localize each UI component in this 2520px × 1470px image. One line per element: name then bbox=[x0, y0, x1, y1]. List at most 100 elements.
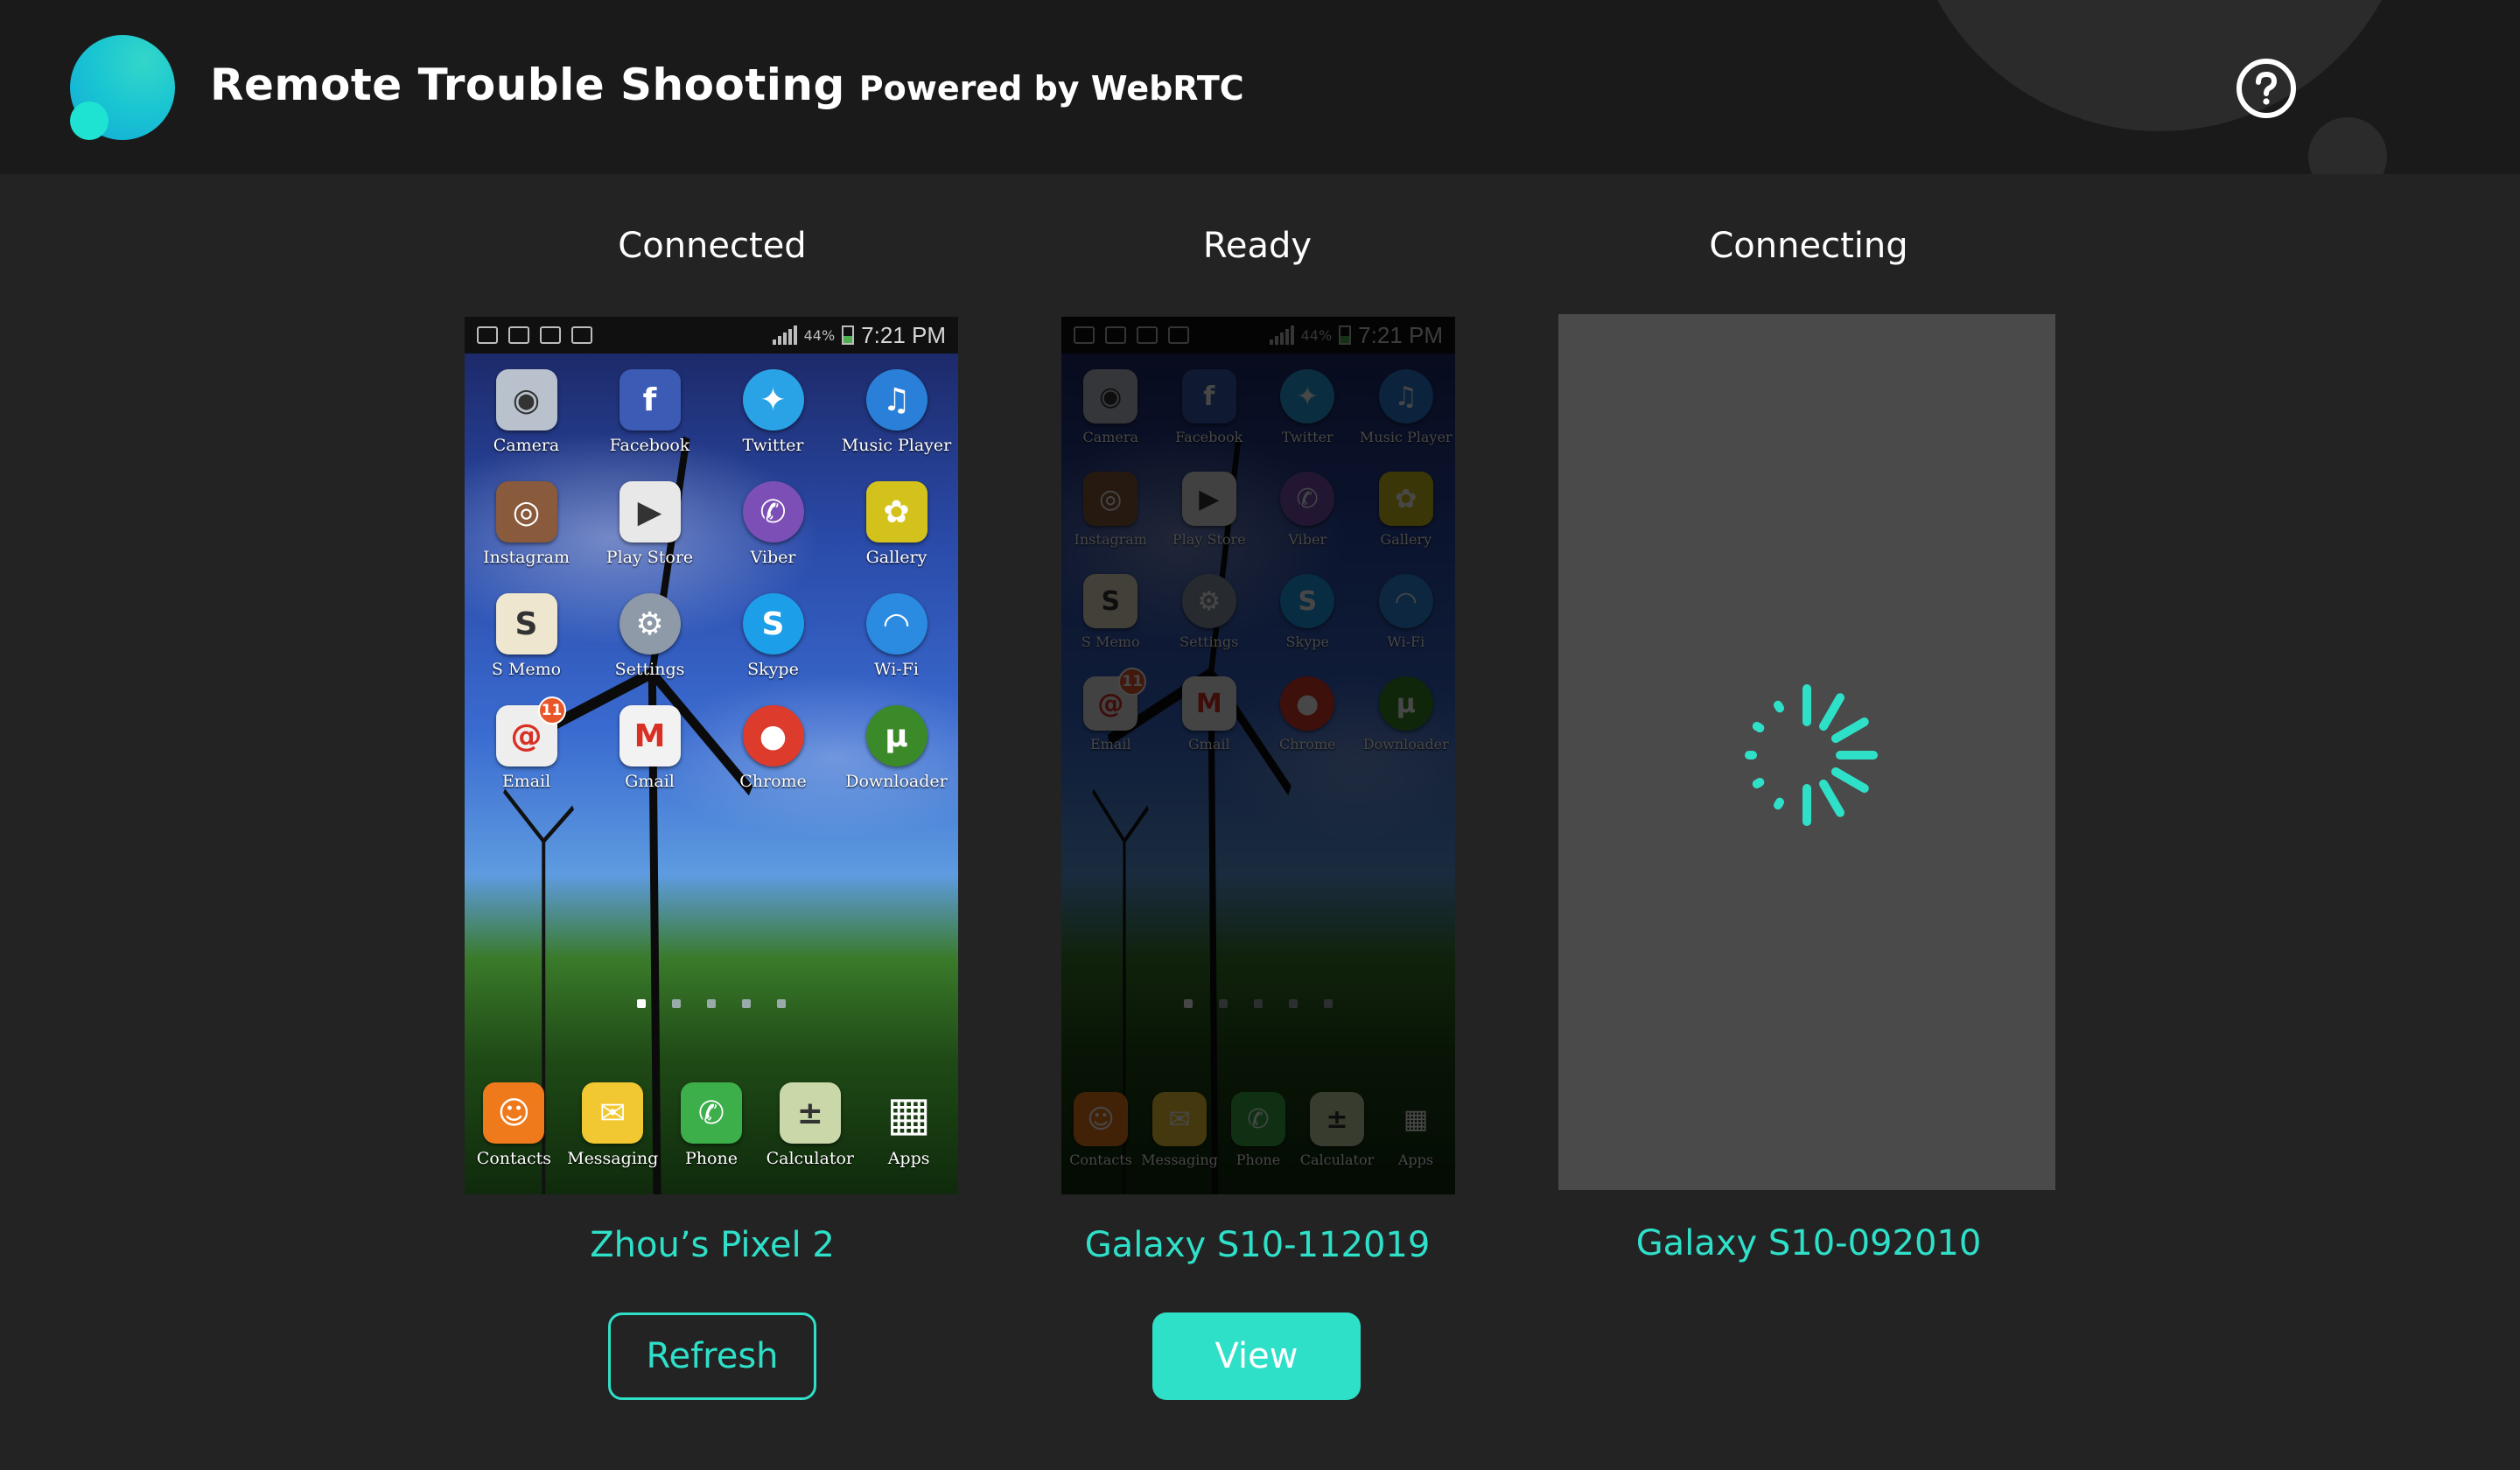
app-icon-wi-fi: ◠ Wi-Fi bbox=[835, 593, 958, 679]
app-label: Camera bbox=[493, 436, 560, 455]
spinner-segment bbox=[1774, 797, 1784, 810]
app-icon-play-store: ▶ Play Store bbox=[588, 481, 711, 567]
device-2-name: Galaxy S10-112019 bbox=[1084, 1225, 1431, 1265]
spinner-segment bbox=[1752, 778, 1765, 788]
app-label: Viber bbox=[750, 548, 796, 567]
app-icon-viber: ✆ Viber bbox=[711, 481, 835, 567]
app-label: Skype bbox=[747, 660, 799, 679]
skype-icon: S bbox=[742, 593, 804, 654]
device-1-name: Zhou’s Pixel 2 bbox=[590, 1225, 835, 1265]
app-icon-chrome: ● Chrome bbox=[711, 705, 835, 791]
device-1-screen-preview[interactable]: 44% 7:21 PM ◉ Camera f Facebook ✦ Twitter ♫ Music… bbox=[465, 317, 958, 1194]
viber-icon: ✆ bbox=[742, 481, 804, 542]
spinner-segment bbox=[1752, 722, 1765, 732]
app-icon-settings: ⚙ Settings bbox=[588, 593, 711, 679]
app-icon-phone: ✆ Phone bbox=[662, 1082, 761, 1168]
signal-icon bbox=[772, 326, 797, 345]
app-icon-apps: ▦ Apps bbox=[859, 1082, 958, 1169]
app-label: Gallery bbox=[865, 548, 928, 567]
app-label: Music Player bbox=[841, 436, 952, 455]
gallery-icon: ✿ bbox=[865, 481, 928, 542]
help-button[interactable] bbox=[2236, 59, 2296, 118]
app-label: Downloader bbox=[845, 772, 948, 791]
app-label: Wi-Fi bbox=[874, 660, 919, 679]
instagram-icon: ◎ bbox=[495, 481, 557, 542]
app-label: Email bbox=[501, 772, 551, 791]
spinner-segment bbox=[1830, 767, 1869, 793]
camera-icon: ◉ bbox=[495, 369, 557, 430]
messaging-icon: ✉ bbox=[582, 1082, 644, 1144]
app-icon-email: @11 Email bbox=[465, 696, 588, 791]
device-2-status: Ready bbox=[1202, 226, 1312, 266]
app-label: Chrome bbox=[739, 772, 807, 791]
device-3-name: Galaxy S10-092010 bbox=[1635, 1223, 1982, 1264]
device-1-status: Connected bbox=[618, 226, 807, 266]
notification-icon bbox=[508, 326, 529, 344]
device-3-status: Connecting bbox=[1709, 226, 1908, 266]
notification-badge: 11 bbox=[537, 696, 566, 724]
battery-percent: 44% bbox=[803, 326, 836, 344]
app-header: Remote Trouble Shooting Powered by WebRT… bbox=[0, 0, 2520, 174]
app-label: Settings bbox=[614, 660, 685, 679]
music-player-icon: ♫ bbox=[865, 369, 928, 430]
ready-dim-overlay bbox=[1061, 317, 1455, 1194]
downloader-icon: µ bbox=[865, 705, 928, 766]
spinner-segment bbox=[1819, 693, 1844, 732]
question-circle-icon bbox=[2256, 71, 2278, 105]
email-icon: @11 bbox=[495, 696, 566, 766]
phone-status-bar: 44% 7:21 PM bbox=[465, 317, 958, 354]
app-title: Remote Trouble Shooting bbox=[210, 60, 845, 110]
apps-icon: ▦ bbox=[886, 1085, 932, 1141]
app-label: Phone bbox=[685, 1149, 738, 1168]
notification-icon bbox=[571, 326, 592, 344]
twitter-icon: ✦ bbox=[742, 369, 804, 430]
home-screen-app-grid: ◉ Camera f Facebook ✦ Twitter ♫ Music Player ◎ In… bbox=[465, 369, 958, 791]
app-root: Remote Trouble Shooting Powered by WebRT… bbox=[0, 0, 2520, 1470]
view-button[interactable]: View bbox=[1152, 1312, 1361, 1400]
title-group: Remote Trouble Shooting Powered by WebRT… bbox=[210, 60, 1244, 110]
spinner-segment bbox=[1774, 700, 1784, 713]
device-2-screen-preview[interactable]: 44%7:21 PM◉CamerafFacebook✦Twitter♫Music… bbox=[1061, 317, 1455, 1194]
facebook-icon: f bbox=[619, 369, 681, 430]
app-icon-messaging: ✉ Messaging bbox=[564, 1082, 662, 1168]
battery-icon bbox=[842, 326, 855, 345]
wi-fi-icon: ◠ bbox=[865, 593, 928, 654]
app-label: Instagram bbox=[482, 548, 570, 567]
spinner-segment bbox=[1830, 718, 1869, 743]
refresh-button[interactable]: Refresh bbox=[608, 1312, 816, 1400]
notification-icon bbox=[477, 326, 498, 344]
app-logo-dot bbox=[70, 102, 108, 140]
app-icon-gmail: M Gmail bbox=[588, 705, 711, 791]
app-label: Facebook bbox=[609, 436, 690, 455]
app-label: Apps bbox=[887, 1149, 930, 1168]
app-icon-facebook: f Facebook bbox=[588, 369, 711, 455]
app-label: Calculator bbox=[766, 1149, 854, 1168]
app-label: Twitter bbox=[742, 436, 804, 455]
app-label: Messaging bbox=[567, 1149, 659, 1168]
spinner-segment bbox=[1819, 779, 1844, 817]
play-store-icon: ▶ bbox=[619, 481, 681, 542]
app-label: Play Store bbox=[606, 548, 694, 567]
gmail-icon: M bbox=[619, 705, 681, 766]
decorative-circle-small bbox=[2308, 117, 2387, 174]
app-icon-instagram: ◎ Instagram bbox=[465, 481, 588, 567]
app-icon-s-memo: S S Memo bbox=[465, 593, 588, 679]
app-label: Gmail bbox=[625, 772, 675, 791]
app-icon-downloader: µ Downloader bbox=[835, 705, 958, 791]
decorative-circle bbox=[1906, 0, 2413, 131]
app-icon-contacts: ☺ Contacts bbox=[465, 1082, 564, 1168]
settings-icon: ⚙ bbox=[619, 593, 681, 654]
app-label: S Memo bbox=[491, 660, 562, 679]
status-notification-icons bbox=[477, 326, 592, 344]
spinner-icon bbox=[1745, 684, 1878, 826]
app-icon-calculator: ± Calculator bbox=[760, 1082, 859, 1168]
app-icon-twitter: ✦ Twitter bbox=[711, 369, 835, 455]
phone-icon: ✆ bbox=[680, 1082, 742, 1144]
phone-dock: ☺ Contacts ✉ Messaging ✆ Phone ± Calculator ▦ App… bbox=[465, 1082, 958, 1168]
calculator-icon: ± bbox=[779, 1082, 841, 1144]
home-page-indicator bbox=[465, 999, 958, 1008]
contacts-icon: ☺ bbox=[483, 1082, 545, 1144]
notification-icon bbox=[540, 326, 561, 344]
app-subtitle: Powered by WebRTC bbox=[858, 69, 1244, 108]
chrome-icon: ● bbox=[742, 705, 804, 766]
